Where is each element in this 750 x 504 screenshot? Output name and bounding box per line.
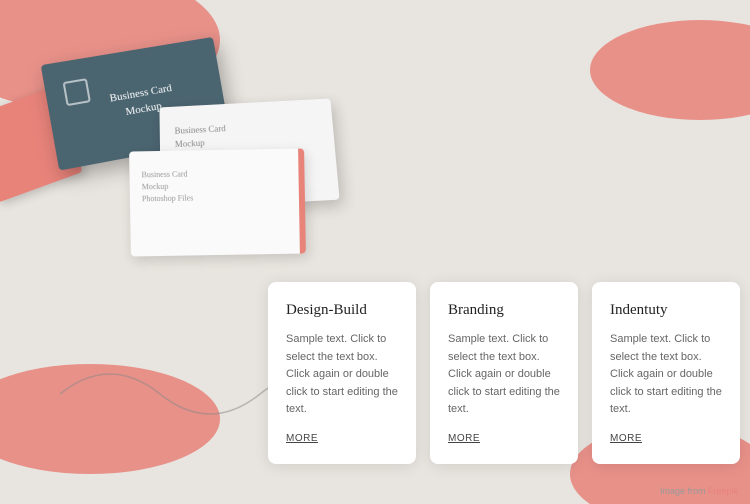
card-body-1: Sample text. Click to select the text bo… <box>448 331 560 419</box>
info-cards-container: Design-Build Sample text. Click to selec… <box>268 282 740 464</box>
info-card-2: Indentuty Sample text. Click to select t… <box>592 282 740 464</box>
decorative-shape-right <box>590 20 750 120</box>
info-card-1: Branding Sample text. Click to select th… <box>430 282 578 464</box>
white-front-card-text: Business Card Mockup Photoshop Files <box>129 148 305 223</box>
card-more-link-2[interactable]: MORE <box>610 433 722 444</box>
attribution-label: Image from Freepik <box>660 486 738 496</box>
card-title-2: Indentuty <box>610 302 722 319</box>
card-body-0: Sample text. Click to select the text bo… <box>286 331 398 419</box>
business-card-mockup-area: Business Card Mockup Business Card Mocku… <box>30 20 370 260</box>
card-title-0: Design-Build <box>286 302 398 319</box>
card-body-2: Sample text. Click to select the text bo… <box>610 331 722 419</box>
card-corner-icon <box>63 78 91 106</box>
card-more-link-0[interactable]: MORE <box>286 433 398 444</box>
card-more-link-1[interactable]: MORE <box>448 433 560 444</box>
business-card-white-front: Business Card Mockup Photoshop Files <box>129 148 306 256</box>
card-title-1: Branding <box>448 302 560 319</box>
freepik-link[interactable]: Freepik <box>708 486 738 496</box>
info-card-0: Design-Build Sample text. Click to selec… <box>268 282 416 464</box>
